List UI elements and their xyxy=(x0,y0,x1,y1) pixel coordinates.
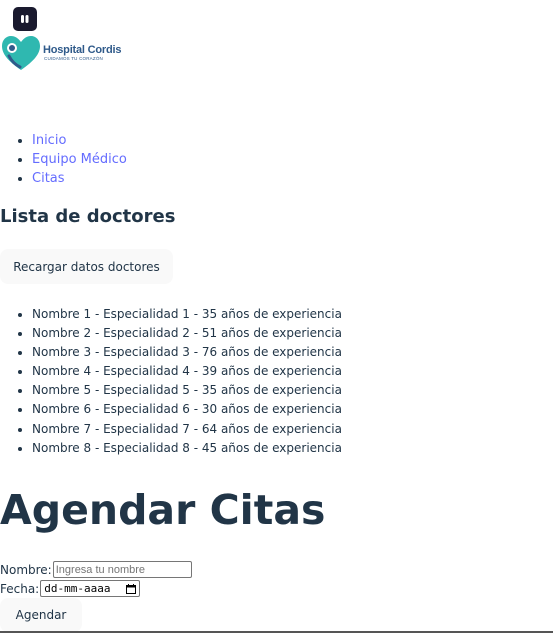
doctor-list-item: Nombre 7 - Especialidad 7 - 64 años de e… xyxy=(32,420,342,439)
heart-logo-icon xyxy=(2,36,40,70)
nav-link-inicio[interactable]: Inicio xyxy=(32,133,66,148)
doctors-heading: Lista de doctores xyxy=(0,206,176,227)
reload-doctors-button[interactable]: Recargar datos doctores xyxy=(0,249,173,284)
doctor-list-item: Nombre 2 - Especialidad 2 - 51 años de e… xyxy=(32,324,342,343)
logo-title: Hospital Cordis xyxy=(43,44,122,56)
date-input[interactable]: dd-mm-aaaa xyxy=(40,580,141,597)
schedule-button[interactable]: Agendar xyxy=(0,598,82,632)
nav-item-citas: Citas xyxy=(32,169,127,188)
name-input[interactable] xyxy=(52,561,192,578)
name-label: Nombre: xyxy=(0,562,52,577)
name-row: Nombre: xyxy=(0,561,192,578)
nav-item-inicio: Inicio xyxy=(32,131,127,150)
doctor-list-item: Nombre 1 - Especialidad 1 - 35 años de e… xyxy=(32,305,342,324)
doctors-list: Nombre 1 - Especialidad 1 - 35 años de e… xyxy=(0,305,342,458)
doctor-list-item: Nombre 8 - Especialidad 8 - 45 años de e… xyxy=(32,439,342,458)
doctor-list-item: Nombre 3 - Especialidad 3 - 76 años de e… xyxy=(32,343,342,362)
logo-subtitle: CUIDAMOS TU CORAZÓN xyxy=(44,56,103,61)
nav-item-equipo-medico: Equipo Médico xyxy=(32,150,127,169)
appointments-heading: Agendar Citas xyxy=(0,486,326,534)
doctor-list-item: Nombre 6 - Especialidad 6 - 30 años de e… xyxy=(32,400,342,419)
nav-link-citas[interactable]: Citas xyxy=(32,171,65,186)
date-row: Fecha: dd-mm-aaaa xyxy=(0,580,141,597)
nav-link-equipo-medico[interactable]: Equipo Médico xyxy=(32,152,127,167)
doctor-list-item: Nombre 4 - Especialidad 4 - 39 años de e… xyxy=(32,362,342,381)
doctor-list-item: Nombre 5 - Especialidad 5 - 35 años de e… xyxy=(32,381,342,400)
main-nav: Inicio Equipo Médico Citas xyxy=(0,131,127,188)
vite-icon xyxy=(13,7,37,31)
date-placeholder: dd-mm-aaaa xyxy=(44,582,111,595)
calendar-icon[interactable] xyxy=(126,583,137,594)
date-label: Fecha: xyxy=(0,581,40,596)
hospital-logo: Hospital Cordis CUIDAMOS TU CORAZÓN xyxy=(0,34,121,72)
